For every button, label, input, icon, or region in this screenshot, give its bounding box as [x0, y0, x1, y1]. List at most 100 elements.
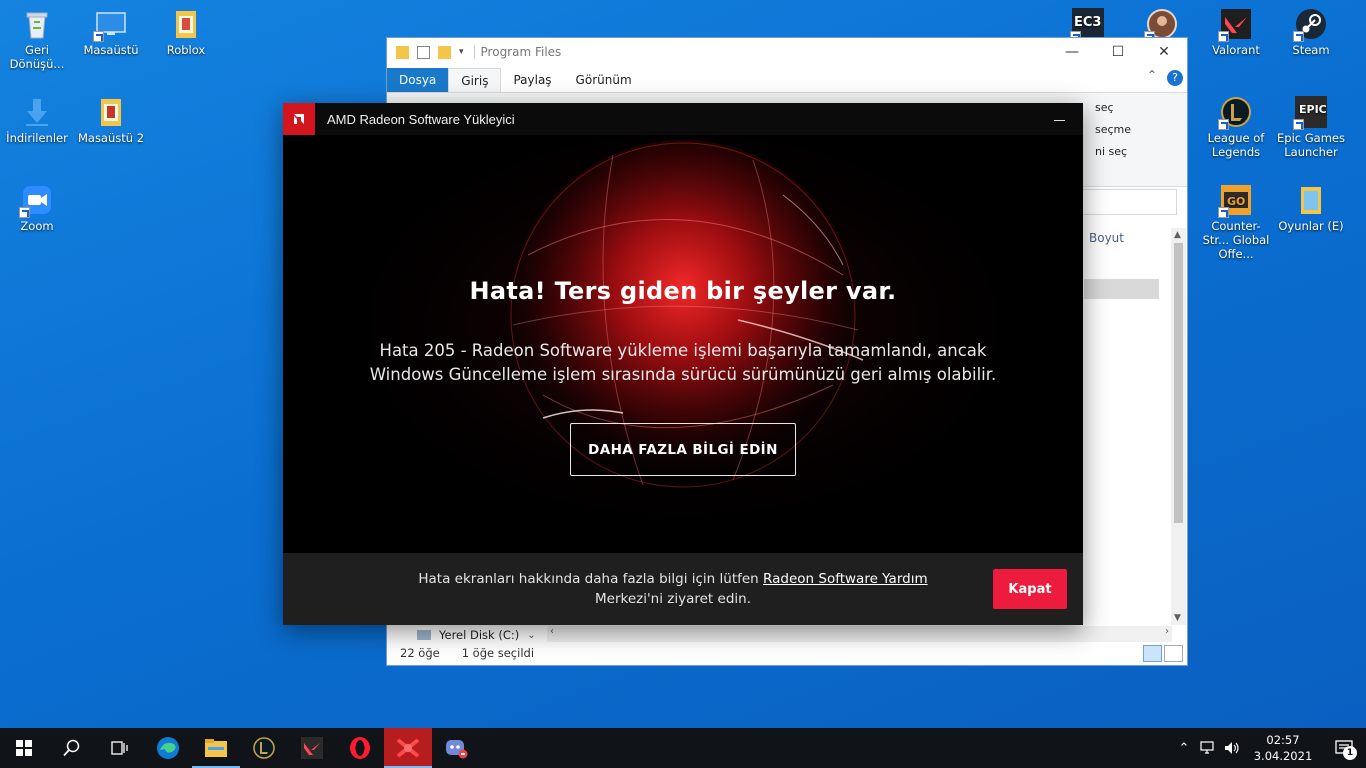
desktop-icon-roblox[interactable]: Roblox	[149, 8, 223, 57]
chevron-down-icon[interactable]: ⌄	[527, 630, 535, 641]
status-item-count: 22 öğe	[400, 646, 440, 660]
help-center-link[interactable]: Radeon Software Yardım	[763, 571, 928, 587]
desktop-icon-masaustu[interactable]: Masaüstü	[74, 8, 148, 57]
file-explorer-icon	[205, 739, 227, 757]
desktop-icon-steam[interactable]: Steam	[1274, 8, 1348, 57]
league-of-legends-icon	[253, 737, 275, 759]
notification-count-badge: 1	[1343, 746, 1357, 760]
scrollbar-thumb[interactable]	[1174, 243, 1183, 523]
volume-icon[interactable]	[1220, 728, 1244, 768]
game-shortcut-icon: EC3	[1070, 8, 1104, 42]
tab-paylas[interactable]: Paylaş	[501, 68, 563, 92]
taskbar-amd-installer[interactable]	[384, 728, 432, 768]
minimize-button[interactable]: —	[1049, 38, 1095, 66]
search-input[interactable]	[1082, 189, 1177, 215]
ribbon-select-all[interactable]: seç	[1095, 101, 1114, 114]
epic-games-icon: EPIC	[1293, 96, 1327, 130]
maximize-button[interactable]: ☐	[1095, 38, 1141, 66]
details-view-button[interactable]	[1143, 645, 1162, 662]
ribbon-invert-selection[interactable]: ni seç	[1095, 145, 1127, 158]
zoom-icon	[19, 184, 53, 218]
desktop-icon-league-of-legends[interactable]: League of Legends	[1199, 96, 1273, 159]
large-icons-view-button[interactable]	[1164, 645, 1183, 662]
taskbar-valorant[interactable]	[288, 728, 336, 768]
amd-footer: Hata ekranları hakkında daha fazla bilgi…	[283, 553, 1083, 625]
valorant-icon	[301, 737, 323, 759]
steam-icon	[1293, 8, 1327, 42]
task-view-button[interactable]	[96, 728, 144, 768]
footer-text-suffix: Merkezi'ni ziyaret edin.	[594, 591, 751, 607]
desktop-icon-label: Valorant	[1212, 43, 1260, 57]
search-button[interactable]	[48, 728, 96, 768]
desktop-icon-epic-games[interactable]: EPIC Epic Games Launcher	[1274, 96, 1348, 159]
system-clock[interactable]: 02:57 3.04.2021	[1244, 732, 1322, 764]
amd-titlebar[interactable]: AMD Radeon Software Yükleyici	[283, 103, 1083, 135]
desktop-icon-valorant[interactable]: Valorant	[1199, 8, 1273, 57]
taskbar-discord[interactable]	[432, 728, 480, 768]
scroll-right-icon[interactable]: ›	[1165, 626, 1169, 637]
vertical-scrollbar[interactable]: ▲ ▼	[1171, 228, 1186, 625]
desktop-icon-label: Steam	[1292, 43, 1330, 57]
tab-gorunum[interactable]: Görünüm	[564, 68, 644, 92]
tab-giris[interactable]: Giriş	[448, 68, 502, 92]
desktop-icon-masaustu-2[interactable]: Masaüstü 2	[74, 96, 148, 145]
desktop-icon-label: Geri Dönüşü...	[9, 43, 65, 71]
footer-help-text: Hata ekranları hakkında daha fazla bilgi…	[393, 569, 953, 609]
start-icon	[16, 740, 32, 756]
tab-dosya[interactable]: Dosya	[387, 68, 449, 92]
horizontal-scrollbar[interactable]: ‹ ›	[547, 626, 1172, 642]
scroll-up-icon[interactable]: ▲	[1174, 230, 1181, 240]
desktop-icon-downloads[interactable]: İndirilenler	[0, 96, 74, 145]
properties-icon[interactable]	[417, 45, 430, 59]
help-icon[interactable]: ?	[1167, 70, 1183, 86]
network-icon[interactable]	[1196, 728, 1220, 768]
amd-installer-dialog[interactable]: AMD Radeon Software Yükleyici Hata! Ters…	[283, 103, 1083, 625]
scroll-down-icon[interactable]: ▼	[1174, 613, 1181, 623]
desktop-icon-zoom[interactable]: Zoom	[0, 184, 74, 233]
edge-icon	[157, 737, 179, 759]
drive-icon	[417, 630, 431, 640]
recycle-bin-icon	[21, 8, 53, 40]
explorer-titlebar[interactable]: ▾ Program Files — ☐ ✕	[387, 38, 1187, 66]
drive-folder-icon	[1295, 184, 1327, 216]
taskbar-opera[interactable]	[336, 728, 384, 768]
amd-window-title: AMD Radeon Software Yükleyici	[327, 111, 515, 127]
desktop-icon-label: Epic Games Launcher	[1277, 131, 1345, 159]
clock-date: 3.04.2021	[1253, 749, 1313, 763]
desktop-icon-oyunlar-drive[interactable]: Oyunlar (E)	[1274, 184, 1348, 233]
chevron-up-icon[interactable]: ⌃	[1172, 728, 1196, 768]
footer-text-prefix: Hata ekranları hakkında daha fazla bilgi…	[418, 571, 764, 587]
selected-row[interactable]	[1084, 279, 1159, 299]
notification-center-button[interactable]: 1	[1322, 728, 1366, 768]
folder-icon	[95, 96, 127, 128]
learn-more-button[interactable]: DAHA FAZLA BİLGİ EDİN	[570, 423, 796, 476]
league-of-legends-icon	[1218, 96, 1252, 130]
ribbon-select-none[interactable]: seçme	[1095, 123, 1131, 136]
valorant-icon	[1218, 8, 1252, 42]
taskbar-league-of-legends[interactable]	[240, 728, 288, 768]
downloads-icon	[21, 96, 53, 128]
scroll-left-icon[interactable]: ‹	[550, 626, 554, 637]
desktop-shortcut-icon	[93, 8, 127, 42]
desktop-icon-csgo[interactable]: GO Counter-Str... Global Offe...	[1199, 184, 1273, 261]
taskbar-file-explorer[interactable]	[192, 728, 240, 768]
start-button[interactable]	[0, 728, 48, 768]
close-button[interactable]: Kapat	[993, 569, 1067, 609]
new-folder-icon[interactable]	[438, 45, 451, 59]
desktop-icon-recycle-bin[interactable]: Geri Dönüşü...	[0, 8, 74, 71]
error-message: Hata 205 - Radeon Software yükleme işlem…	[369, 341, 997, 384]
nav-drive-label: Yerel Disk (C:)	[439, 628, 520, 642]
minimize-button[interactable]	[1053, 111, 1067, 125]
discord-icon	[446, 740, 468, 759]
close-button[interactable]: ✕	[1141, 38, 1187, 66]
status-bar: 22 öğe 1 öğe seçildi	[387, 641, 1187, 665]
desktop-icon-label: Oyunlar (E)	[1278, 219, 1344, 233]
amd-installer-icon	[396, 738, 420, 758]
quick-access-dropdown-icon[interactable]: ▾	[459, 47, 464, 57]
collapse-ribbon-icon[interactable]: ⌃	[1147, 68, 1157, 82]
taskbar-edge[interactable]	[144, 728, 192, 768]
error-heading: Hata! Ters giden bir şeyler var.	[469, 277, 897, 305]
nav-pane-item[interactable]: Yerel Disk (C:) ⌄	[417, 628, 536, 642]
column-header-size[interactable]: Boyut	[1089, 231, 1124, 245]
search-icon	[63, 739, 80, 757]
